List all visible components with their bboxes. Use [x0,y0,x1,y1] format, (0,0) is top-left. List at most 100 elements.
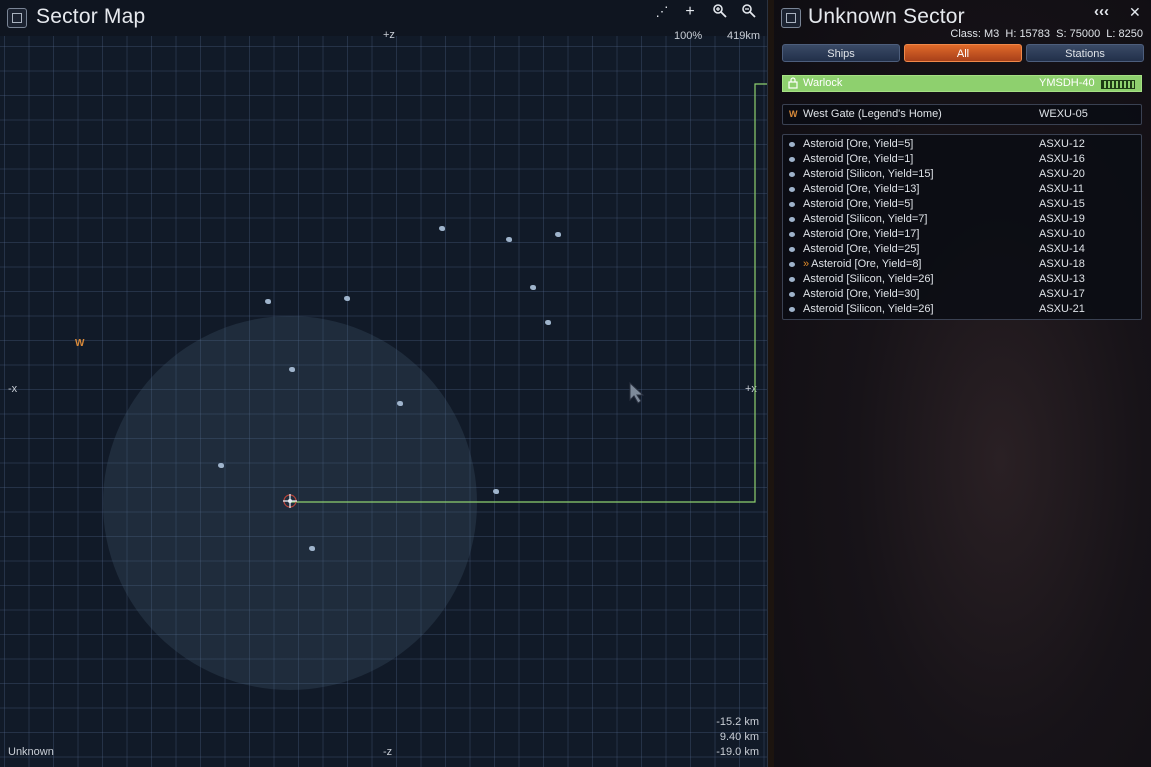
list-item[interactable]: Asteroid [Ore, Yield=17] ASXU-10 [783,227,1141,242]
list-item[interactable]: Asteroid [Silicon, Yield=26] ASXU-13 [783,272,1141,287]
target-arrow-icon: » [803,258,810,270]
asteroid-dot [789,292,795,297]
tab-ships[interactable]: Ships [782,44,900,62]
mouse-cursor-icon [629,381,645,409]
asteroid-name: Asteroid [Silicon, Yield=26] [803,302,934,317]
asteroid-marker[interactable] [289,367,295,372]
asteroid-dot [789,202,795,207]
asteroid-name: Asteroid [Ore, Yield=5] [803,137,913,152]
list-item[interactable]: Asteroid [Ore, Yield=30] ASXU-17 [783,287,1141,302]
asteroid-marker[interactable] [397,401,403,406]
asteroid-dot [789,277,795,282]
asteroid-marker[interactable] [265,299,271,304]
autopilot-route [290,83,767,503]
sector-title: Unknown Sector [808,5,965,28]
asteroid-code: ASXU-12 [1039,138,1085,150]
asteroid-label: Asteroid [Silicon, Yield=26] [803,303,934,315]
asteroid-label: Asteroid [Silicon, Yield=26] [803,273,934,285]
asteroid-marker[interactable] [493,489,499,494]
window-menu-icon[interactable] [781,8,801,28]
asteroid-dot [789,217,795,222]
list-item[interactable]: Asteroid [Ore, Yield=13] ASXU-11 [783,182,1141,197]
asteroid-name: » Asteroid [Ore, Yield=8] [803,257,922,272]
list-item[interactable]: Asteroid [Silicon, Yield=7] ASXU-19 [783,212,1141,227]
gate-marker[interactable]: W [75,338,84,349]
asteroid-marker[interactable] [218,463,224,468]
asteroid-label: Asteroid [Ore, Yield=17] [803,228,920,240]
asteroid-label: Asteroid [Ore, Yield=5] [803,198,914,210]
asteroid-code: ASXU-14 [1039,243,1085,255]
asteroid-name: Asteroid [Silicon, Yield=7] [803,212,927,227]
asteroid-icon [789,242,797,257]
map-sector-name: Unknown [8,746,54,758]
asteroid-icon [789,287,797,302]
asteroid-icon [789,257,797,272]
asteroid-dot [789,142,795,147]
asteroid-marker[interactable] [555,232,561,237]
asteroid-marker[interactable] [506,237,512,242]
player-ship-icon[interactable] [281,492,299,510]
asteroid-code: ASXU-11 [1039,183,1085,195]
asteroid-marker[interactable] [309,546,315,551]
asteroid-name: Asteroid [Ore, Yield=30] [803,287,919,302]
asteroid-name: Asteroid [Silicon, Yield=26] [803,272,934,287]
asteroid-label: Asteroid [Silicon, Yield=7] [803,213,928,225]
gate-code: WEXU-05 [1039,108,1088,120]
asteroid-code: ASXU-15 [1039,198,1085,210]
asteroid-name: Asteroid [Ore, Yield=1] [803,152,913,167]
asteroid-icon [789,272,797,287]
asteroid-name: Asteroid [Ore, Yield=5] [803,197,913,212]
asteroid-icon [789,137,797,152]
asteroid-icon [789,197,797,212]
asteroid-marker[interactable] [530,285,536,290]
asteroid-dot [789,187,795,192]
asteroid-label: Asteroid [Ore, Yield=25] [803,243,920,255]
tab-all[interactable]: All [904,44,1022,62]
asteroid-name: Asteroid [Silicon, Yield=15] [803,167,934,182]
list-item[interactable]: W West Gate (Legend's Home) WEXU-05 [783,107,1141,122]
asteroid-icon [789,302,797,317]
asteroid-code: ASXU-18 [1039,258,1085,270]
asteroid-icon [789,167,797,182]
list-item[interactable]: Asteroid [Ore, Yield=1] ASXU-16 [783,152,1141,167]
asteroid-icon [789,212,797,227]
asteroid-marker[interactable] [545,320,551,325]
selected-ship-row[interactable]: Warlock YMSDH-40 [782,75,1142,92]
asteroid-label: Asteroid [Ore, Yield=5] [803,138,914,150]
list-item[interactable]: » Asteroid [Ore, Yield=8] ASXU-18 [783,257,1141,272]
asteroid-label: Asteroid [Ore, Yield=1] [803,153,914,165]
asteroid-code: ASXU-20 [1039,168,1085,180]
sector-map-window: Sector Map ⋰ + 100% 419km +z -z -x +x W [0,0,768,767]
asteroid-marker[interactable] [344,296,350,301]
sector-stats: Class: M3 H: 15783 S: 75000 L: 8250 [950,28,1143,40]
asteroid-label: Asteroid [Ore, Yield=30] [803,288,920,300]
list-item[interactable]: Asteroid [Ore, Yield=5] ASXU-12 [783,137,1141,152]
asteroid-label: Asteroid [Ore, Yield=8] [811,258,922,270]
asteroid-code: ASXU-21 [1039,303,1085,315]
asteroid-name: Asteroid [Ore, Yield=13] [803,182,919,197]
asteroid-code: ASXU-19 [1039,213,1085,225]
asteroid-icon [789,152,797,167]
list-item[interactable]: Asteroid [Ore, Yield=25] ASXU-14 [783,242,1141,257]
list-item[interactable]: Asteroid [Ore, Yield=5] ASXU-15 [783,197,1141,212]
asteroid-code: ASXU-13 [1039,273,1085,285]
coord-z: -19.0 km [716,746,759,758]
asteroid-dot [789,157,795,162]
asteroid-code: ASXU-10 [1039,228,1085,240]
asteroid-dot [789,172,795,177]
asteroid-dot [789,247,795,252]
gate-icon: W [789,109,798,119]
close-icon[interactable]: ✕ [1129,4,1141,21]
selected-ship-name: Warlock [803,77,843,89]
lock-icon [788,77,798,92]
asteroid-name: Asteroid [Ore, Yield=25] [803,242,919,257]
list-item[interactable]: Asteroid [Silicon, Yield=26] ASXU-21 [783,302,1141,317]
coord-y: 9.40 km [719,731,759,743]
tab-stations[interactable]: Stations [1026,44,1144,62]
list-item[interactable]: Asteroid [Silicon, Yield=15] ASXU-20 [783,167,1141,182]
asteroid-marker[interactable] [439,226,445,231]
asteroid-icon [789,227,797,242]
asteroid-dot [789,307,795,312]
collapse-icon[interactable]: ‹‹‹ [1094,3,1109,20]
asteroids-panel: Asteroid [Ore, Yield=5] ASXU-12 Asteroid [… [782,134,1142,320]
